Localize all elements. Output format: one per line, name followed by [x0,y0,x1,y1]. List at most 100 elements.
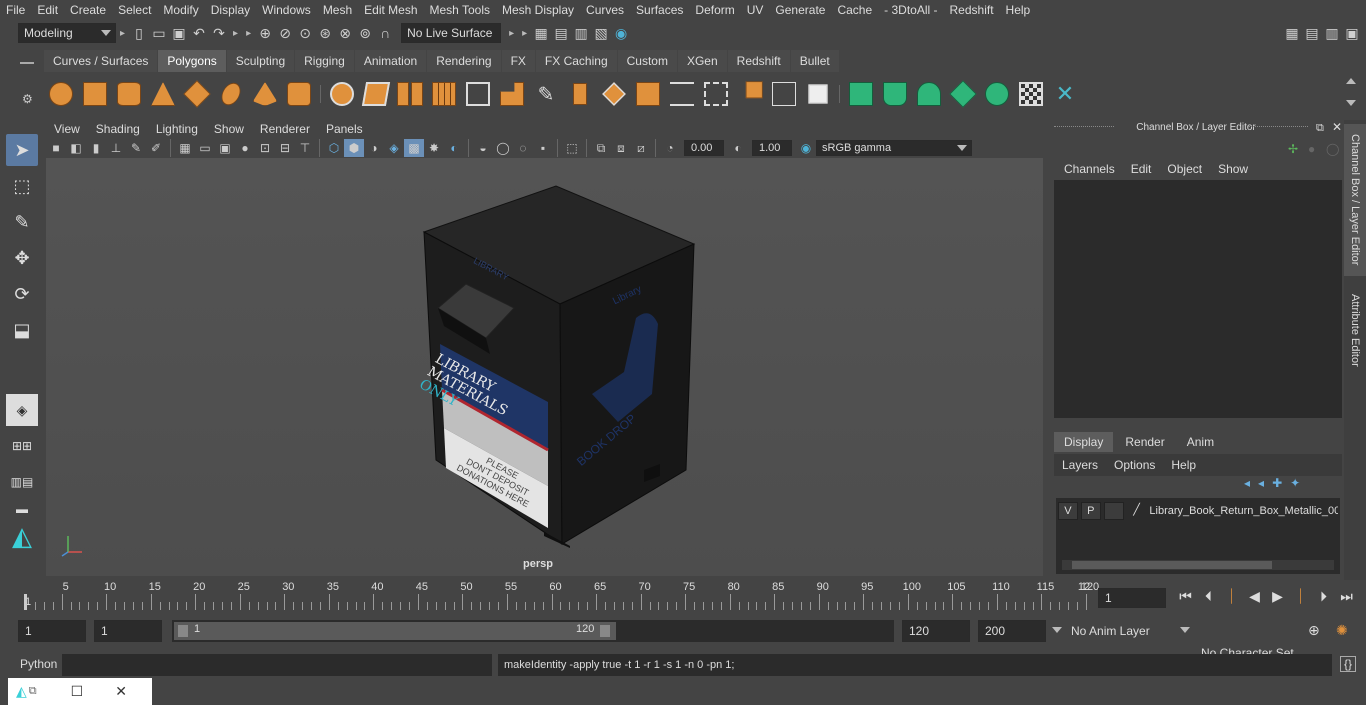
isolate-select-icon[interactable]: ⬚ [562,139,582,157]
xray-active-icon[interactable]: ⧈ [611,139,631,157]
range-track[interactable]: 1 120 [172,620,894,642]
new-layer-icon[interactable]: ✚ [1272,476,1282,490]
menu-edit[interactable]: Edit [31,0,64,20]
tab-attribute-editor[interactable]: Attribute Editor [1344,284,1366,376]
shelf-tab-fx-caching[interactable]: FX Caching [535,50,617,72]
viewport-menu-lighting[interactable]: Lighting [148,120,206,138]
command-input[interactable] [62,654,492,676]
toggle-channelbox-icon[interactable]: ▤ [1302,23,1322,43]
mirror-icon[interactable] [393,77,427,111]
menu-modify[interactable]: Modify [157,0,204,20]
new-scene-icon[interactable]: ▯ [129,23,149,43]
poly-cone-icon[interactable] [146,77,180,111]
separate-icon[interactable] [359,77,393,111]
anti-alias-icon[interactable]: ◌ [513,139,533,157]
uv-unfold-icon[interactable] [980,77,1014,111]
uv-automatic-icon[interactable] [946,77,980,111]
viewport-menu-shading[interactable]: Shading [88,120,148,138]
script-language-label[interactable]: Python [20,657,57,671]
step-back-key-icon[interactable]: ⏴ [1197,588,1220,605]
gamma-icon[interactable]: ◐ [728,139,748,157]
freeze-transform-icon[interactable] [801,77,835,111]
ipr-render-icon[interactable]: ▥ [571,23,591,43]
layer-playback[interactable]: P [1080,502,1101,520]
move-tool-icon[interactable]: ✥ [6,242,38,274]
chevron-down-icon[interactable] [1052,627,1062,633]
image-plane-icon[interactable]: ⊥ [106,139,126,157]
menu-mesh-display[interactable]: Mesh Display [496,0,580,20]
lasso-tool-icon[interactable]: ⬚ [6,170,38,202]
channel-list[interactable] [1054,180,1342,418]
layer-menu-options[interactable]: Options [1106,454,1163,476]
single-pane-icon[interactable]: ◈ [6,394,38,426]
target-weld-icon[interactable] [563,77,597,111]
extrude-icon[interactable] [461,77,495,111]
manipulator-icon[interactable]: ✢ [1288,142,1298,156]
menu-help[interactable]: Help [1000,0,1037,20]
menu-redshift[interactable]: Redshift [944,0,1000,20]
multi-cut-icon[interactable]: ✎ [529,77,563,111]
go-to-end-icon[interactable]: ⏭ [1335,588,1358,605]
auto-key-icon[interactable]: ⊕ [1308,622,1320,639]
gamma-field[interactable]: 1.00 [752,140,792,156]
snap-surface-icon[interactable]: ⊗ [335,23,355,43]
start-time-field[interactable]: 1 [18,620,86,642]
magnet-icon[interactable]: ∩ [375,23,395,43]
rotate-tool-icon[interactable]: ⟳ [6,278,38,310]
play-forward-icon[interactable]: ▶ [1266,588,1289,605]
dof-icon[interactable]: ▪ [533,139,553,157]
merge-icon[interactable] [733,77,767,111]
save-scene-icon[interactable]: ▣ [169,23,189,43]
tab-anim[interactable]: Anim [1177,432,1224,452]
menu-file[interactable]: File [0,0,31,20]
script-editor-icon[interactable]: {} [1340,656,1356,672]
collapse-icon[interactable]: ▸ [246,28,251,39]
color-management-icon[interactable]: ◉ [796,139,816,157]
colorspace-selector[interactable]: sRGB gamma [816,140,972,156]
redo-icon[interactable]: ↷ [209,23,229,43]
shelf-tab-rendering[interactable]: Rendering [427,50,501,72]
ambient-occlusion-icon[interactable]: ◒ [473,139,493,157]
tab-channel-box[interactable]: Channel Box / Layer Editor [1344,124,1366,276]
uv-editor-icon[interactable] [1014,77,1048,111]
tab-display[interactable]: Display [1054,432,1114,452]
menu-windows[interactable]: Windows [256,0,317,20]
shelf-tab-xgen[interactable]: XGen [677,50,727,72]
wireframe-icon[interactable]: ⬡ [324,139,344,157]
shelf-settings-icon[interactable]: ⚙ [22,92,33,106]
smooth-icon[interactable] [427,77,461,111]
range-start-grip[interactable] [178,625,188,637]
smooth-shade-icon[interactable]: ⬢ [344,139,364,157]
shelf-tab-redshift[interactable]: Redshift [727,50,790,72]
camera-attr-icon[interactable]: ◧ [66,139,86,157]
combine-icon[interactable] [325,77,359,111]
gate-mask-icon[interactable]: ● [235,139,255,157]
shadows-icon[interactable]: ◐ [444,139,464,157]
menu-create[interactable]: Create [64,0,112,20]
insert-edge-loop-icon[interactable] [597,77,631,111]
menu-curves[interactable]: Curves [580,0,630,20]
chevron-down-icon[interactable] [1180,627,1190,633]
bookmark-icon[interactable]: ▮ [86,139,106,157]
wireframe-on-shaded-icon[interactable]: ◑ [364,139,384,157]
uv-toolkit-icon[interactable]: ✕ [1048,77,1082,111]
shelf-menu-icon[interactable] [20,62,34,64]
playback-end-field[interactable]: 120 [902,620,970,642]
shelf-tab-polygons[interactable]: Polygons [158,50,226,72]
toggle-tool-settings-icon[interactable]: ▣ [1342,23,1362,43]
hypershade-icon[interactable]: ◉ [611,23,631,43]
viewport-menu-show[interactable]: Show [206,120,252,138]
menu-cache[interactable]: Cache [831,0,878,20]
menu-surfaces[interactable]: Surfaces [630,0,689,20]
layer-scrollbar[interactable] [1062,560,1334,570]
uv-planar-icon[interactable] [844,77,878,111]
center-pivot-icon[interactable] [767,77,801,111]
poly-cylinder-icon[interactable] [112,77,146,111]
menu-deform[interactable]: Deform [689,0,740,20]
layer-name[interactable]: Library_Book_Return_Box_Metallic_00 [1149,505,1338,517]
collapse-icon[interactable]: ▸ [233,28,238,39]
close-icon[interactable]: ✕ [1332,120,1342,134]
layer-visibility[interactable]: V [1058,502,1078,520]
menu-display[interactable]: Display [205,0,256,20]
uv-spherical-icon[interactable] [912,77,946,111]
